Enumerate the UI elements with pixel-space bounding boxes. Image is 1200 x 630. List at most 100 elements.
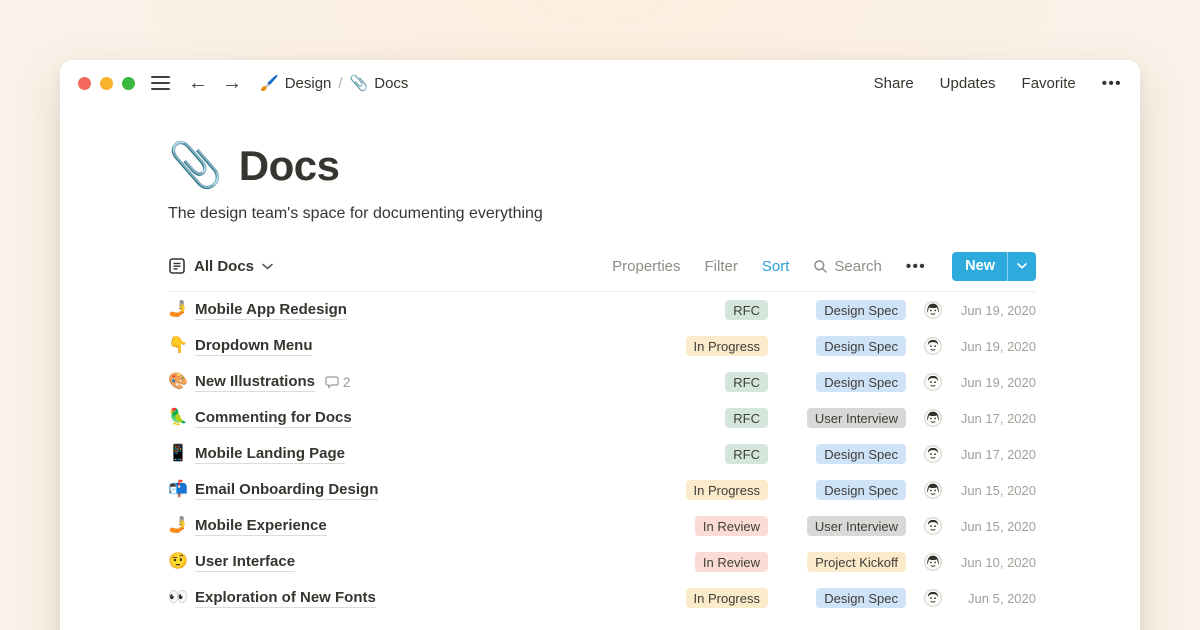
table-row[interactable]: 👀 Exploration of New Fonts In Progress D… [168,580,1036,616]
more-options-icon[interactable]: ••• [1102,75,1122,92]
topbar-actions: Share Updates Favorite ••• [874,75,1122,92]
traffic-lights [78,77,135,90]
avatar [924,337,942,355]
page-title[interactable]: Docs [239,142,340,190]
doc-type-tag: User Interview [807,408,906,428]
doc-type-tag: Design Spec [816,336,906,356]
breadcrumb-item-docs[interactable]: 📎 Docs [350,74,409,92]
window-topbar: ← → 🖌️ Design / 📎 Docs Share Updates Fav… [60,60,1140,106]
breadcrumb-label: Design [285,75,332,92]
status-tag: RFC [725,444,768,464]
table-row[interactable]: 🤨 User Interface In Review Project Kicko… [168,544,1036,580]
new-button[interactable]: New [952,252,1036,281]
doc-type-tag: User Interview [807,516,906,536]
back-arrow-icon[interactable]: ← [188,73,208,93]
doc-emoji-icon: 📱 [168,446,195,462]
doc-type-tag: Design Spec [816,480,906,500]
view-toolbar: All Docs Properties Filter Sort Search •… [168,250,1036,282]
view-name: All Docs [194,258,254,275]
table-row[interactable]: 🦜 Commenting for Docs RFC User Interview [168,400,1036,436]
doc-title-link[interactable]: Commenting for Docs [195,409,352,428]
edited-date: Jun 17, 2020 [952,447,1036,462]
breadcrumb-label: Docs [374,75,408,92]
avatar [924,301,942,319]
status-tag: RFC [725,300,768,320]
avatar [924,409,942,427]
avatar [924,481,942,499]
doc-emoji-icon: 📬 [168,482,195,498]
avatar [924,517,942,535]
docs-table: 🤳 Mobile App Redesign RFC Design Spec [168,292,1036,616]
sidebar-menu-icon[interactable] [151,76,170,91]
view-switcher[interactable]: All Docs [168,257,273,275]
table-row[interactable]: 📱 Mobile Landing Page RFC Design Spec [168,436,1036,472]
breadcrumb-item-design[interactable]: 🖌️ Design [260,74,331,92]
properties-button[interactable]: Properties [612,258,680,275]
avatar [924,553,942,571]
comment-bubble-icon [325,376,339,389]
breadcrumb-separator: / [338,75,342,92]
table-row[interactable]: 🎨 New Illustrations 2 RFC Design Spec [168,364,1036,400]
status-tag: In Progress [686,588,768,608]
doc-title-link[interactable]: Exploration of New Fonts [195,589,376,608]
status-tag: In Review [695,516,768,536]
status-tag: RFC [725,408,768,428]
doc-type-tag: Design Spec [816,300,906,320]
new-button-label: New [952,258,1007,274]
edited-date: Jun 19, 2020 [952,339,1036,354]
table-row[interactable]: 🤳 Mobile Experience In Review User Inter… [168,508,1036,544]
toolbar-more-icon[interactable]: ••• [906,258,926,275]
doc-emoji-icon: 🤳 [168,518,195,534]
edited-date: Jun 5, 2020 [952,591,1036,606]
status-tag: In Review [695,552,768,572]
forward-arrow-icon[interactable]: → [222,73,242,93]
paintbrush-icon: 🖌️ [260,74,279,92]
doc-title-link[interactable]: Email Onboarding Design [195,481,378,500]
status-tag: In Progress [686,336,768,356]
doc-title-link[interactable]: Dropdown Menu [195,337,312,356]
doc-title-link[interactable]: User Interface [195,553,295,572]
page-icon-paperclip[interactable]: 📎 [168,144,223,188]
zoom-window-button[interactable] [122,77,135,90]
search-label: Search [834,258,882,275]
new-button-dropdown[interactable] [1008,263,1036,269]
doc-type-tag: Project Kickoff [807,552,906,572]
favorite-button[interactable]: Favorite [1022,75,1076,92]
list-view-icon [168,257,186,275]
avatar [924,445,942,463]
close-window-button[interactable] [78,77,91,90]
edited-date: Jun 15, 2020 [952,483,1036,498]
doc-title-link[interactable]: New Illustrations [195,373,315,392]
doc-title-link[interactable]: Mobile Experience [195,517,327,536]
table-row[interactable]: 🤳 Mobile App Redesign RFC Design Spec [168,292,1036,328]
sort-button[interactable]: Sort [762,258,790,275]
doc-type-tag: Design Spec [816,372,906,392]
comment-count-badge[interactable]: 2 [325,375,351,390]
edited-date: Jun 17, 2020 [952,411,1036,426]
paperclip-icon: 📎 [350,74,369,92]
doc-title-link[interactable]: Mobile Landing Page [195,445,345,464]
doc-title-link[interactable]: Mobile App Redesign [195,301,347,320]
search-button[interactable]: Search [813,258,882,275]
avatar [924,589,942,607]
edited-date: Jun 10, 2020 [952,555,1036,570]
table-row[interactable]: 📬 Email Onboarding Design In Progress De… [168,472,1036,508]
avatar [924,373,942,391]
doc-emoji-icon: 🤨 [168,554,195,570]
edited-date: Jun 15, 2020 [952,519,1036,534]
page-description[interactable]: The design team's space for documenting … [168,205,1036,223]
edited-date: Jun 19, 2020 [952,375,1036,390]
table-row[interactable]: 👇 Dropdown Menu In Progress Design Spec [168,328,1036,364]
updates-button[interactable]: Updates [940,75,996,92]
comment-count: 2 [343,375,351,390]
doc-emoji-icon: 👇 [168,338,195,354]
filter-button[interactable]: Filter [705,258,738,275]
edited-date: Jun 19, 2020 [952,303,1036,318]
minimize-window-button[interactable] [100,77,113,90]
search-icon [813,259,828,274]
doc-emoji-icon: 🦜 [168,410,195,426]
breadcrumb: 🖌️ Design / 📎 Docs [260,74,408,92]
app-window: ← → 🖌️ Design / 📎 Docs Share Updates Fav… [60,60,1140,630]
share-button[interactable]: Share [874,75,914,92]
doc-type-tag: Design Spec [816,444,906,464]
